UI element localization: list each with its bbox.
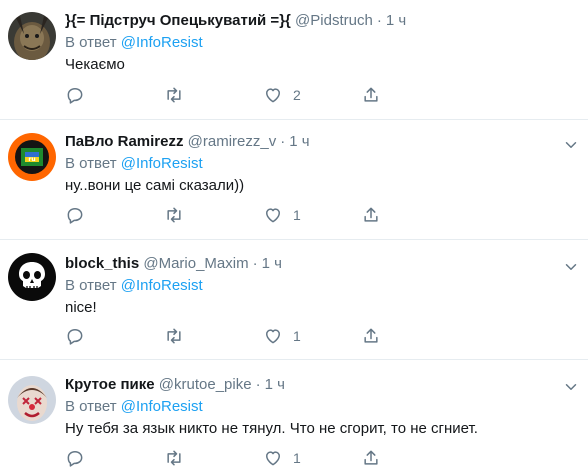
timestamp[interactable]: 1 ч (289, 133, 309, 150)
tweet-actions: 1 (65, 446, 385, 470)
share-icon (364, 207, 378, 222)
share-icon (364, 450, 378, 465)
display-name[interactable]: Крутое пике (65, 376, 155, 393)
like-count: 1 (293, 207, 301, 223)
like-button[interactable]: 1 (263, 446, 301, 470)
like-count: 2 (293, 87, 301, 103)
share-button[interactable] (361, 324, 381, 348)
tweet[interactable]: block_this @Mario_Maxim · 1 ч В ответ @Inf… (0, 240, 588, 360)
heart-icon (266, 329, 280, 344)
user-handle[interactable]: @Mario_Maxim (143, 255, 248, 272)
tweet-actions: 1 (65, 203, 385, 227)
reply-context: В ответ @InfoResist (65, 276, 578, 296)
avatar[interactable] (8, 253, 56, 301)
mention-link[interactable]: @InfoResist (121, 34, 203, 51)
avatar[interactable]: ru (8, 133, 56, 181)
reply-button[interactable] (65, 83, 85, 107)
chevron-down-icon[interactable] (562, 258, 580, 276)
retweet-icon (167, 328, 181, 344)
retweet-button[interactable] (163, 83, 185, 107)
retweet-icon (167, 87, 181, 103)
avatar[interactable] (8, 12, 56, 60)
share-button[interactable] (361, 83, 381, 107)
user-handle[interactable]: @ramirezz_v (188, 133, 277, 150)
mention-link[interactable]: @InfoResist (121, 277, 203, 294)
retweet-icon (167, 207, 181, 223)
tweet[interactable]: }{= Підструч Опецькуватий =}{ @Pidstruch… (0, 0, 588, 120)
display-name[interactable]: block_this (65, 255, 139, 272)
tweet-text: Ну тебя за язык никто не тянул. Что не с… (65, 420, 478, 437)
reply-button[interactable] (65, 203, 85, 227)
timestamp[interactable]: 1 ч (265, 376, 285, 393)
separator-dot: · (252, 255, 258, 272)
tweet-text: ну..вони це самі сказали)) (65, 177, 245, 194)
retweet-button[interactable] (163, 203, 185, 227)
reply-icon (67, 208, 83, 224)
tweet[interactable]: ru ПаВло Ramirezz @ramirezz_v · 1 ч В отве… (0, 120, 588, 240)
avatar[interactable] (8, 376, 56, 424)
like-button[interactable]: 2 (263, 83, 301, 107)
reply-context: В ответ @InfoResist (65, 397, 578, 417)
mention-link[interactable]: @InfoResist (121, 155, 203, 172)
share-button[interactable] (361, 203, 381, 227)
reply-icon (67, 329, 83, 345)
share-icon (364, 87, 378, 102)
retweet-button[interactable] (163, 446, 185, 470)
like-count: 1 (293, 450, 301, 466)
share-button[interactable] (361, 446, 381, 470)
reply-prefix: В ответ (65, 155, 117, 172)
reply-prefix: В ответ (65, 34, 117, 51)
user-handle[interactable]: @krutoe_pike (159, 376, 252, 393)
heart-icon (266, 88, 280, 103)
share-icon (364, 328, 378, 343)
separator-dot: · (376, 12, 382, 29)
reply-prefix: В ответ (65, 398, 117, 415)
tweet-actions: 2 (65, 83, 385, 107)
reply-icon (67, 88, 83, 104)
reply-button[interactable] (65, 446, 85, 470)
tweet[interactable]: Крутое пике @krutoe_pike · 1 ч В ответ @In… (0, 360, 588, 472)
separator-dot: · (280, 133, 286, 150)
orange-ring-flag-avatar-icon: ru (8, 133, 56, 181)
like-count: 1 (293, 328, 301, 344)
reply-context: В ответ @InfoResist (65, 33, 578, 53)
reply-button[interactable] (65, 324, 85, 348)
tweet-text: nice! (65, 299, 97, 316)
reply-context: В ответ @InfoResist (65, 154, 578, 174)
chevron-down-icon[interactable] (562, 378, 580, 396)
like-button[interactable]: 1 (263, 324, 301, 348)
reply-prefix: В ответ (65, 277, 117, 294)
separator-dot: · (255, 376, 261, 393)
like-button[interactable]: 1 (263, 203, 301, 227)
reply-icon (67, 451, 83, 467)
tweet-actions: 1 (65, 324, 385, 348)
timestamp[interactable]: 1 ч (386, 12, 406, 29)
svg-text:ru: ru (28, 156, 35, 163)
heart-icon (266, 208, 280, 223)
retweet-icon (167, 450, 181, 466)
user-handle[interactable]: @Pidstruch (295, 12, 373, 29)
chevron-down-icon[interactable] (562, 136, 580, 154)
skull-avatar-icon (8, 253, 56, 301)
dark-creature-avatar-icon (8, 12, 56, 60)
clown-face-avatar-icon (8, 376, 56, 424)
heart-icon (266, 451, 280, 466)
display-name[interactable]: ПаВло Ramirezz (65, 133, 183, 150)
display-name[interactable]: }{= Підструч Опецькуватий =}{ (65, 12, 291, 29)
timestamp[interactable]: 1 ч (262, 255, 282, 272)
mention-link[interactable]: @InfoResist (121, 398, 203, 415)
tweet-text: Чекаємо (65, 56, 125, 73)
retweet-button[interactable] (163, 324, 185, 348)
